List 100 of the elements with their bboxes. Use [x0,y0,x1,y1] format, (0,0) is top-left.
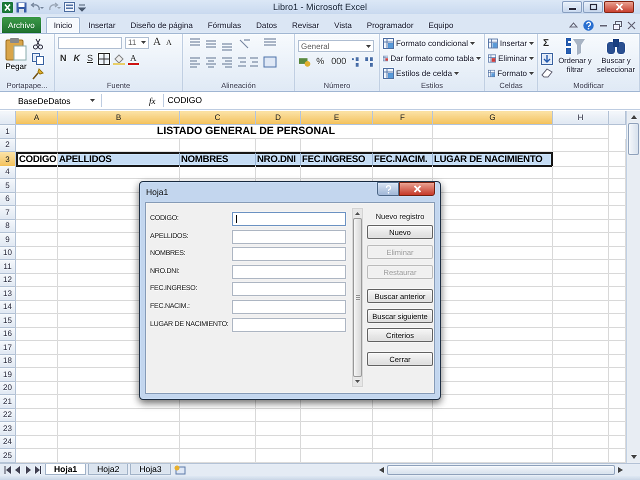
row-header[interactable]: 9 [0,233,16,246]
row-header[interactable]: 5 [0,179,16,192]
sheet-cell[interactable] [16,233,58,246]
sheet-cell[interactable] [16,341,58,354]
header-cell[interactable]: NRO.DNI [256,152,301,167]
close-icon[interactable] [627,20,636,30]
row-header[interactable]: 16 [0,328,16,341]
sheet-cell[interactable] [301,436,373,449]
sheet-cell[interactable] [180,422,256,436]
ribbon-tab[interactable]: Inicio [46,17,80,33]
input-field[interactable] [232,247,346,262]
scroll-thumb[interactable] [353,218,362,377]
eraser-icon[interactable] [541,68,553,78]
sheet-cell[interactable] [16,220,58,233]
sheet-cell[interactable] [553,287,609,300]
scroll-down-icon[interactable] [630,454,636,458]
header-cell[interactable]: APELLIDOS [58,152,180,167]
sheet-cell[interactable] [16,287,58,300]
sheet-cell[interactable] [180,408,256,422]
font-color-button[interactable]: A [128,52,139,64]
sheet-cell[interactable] [256,166,301,179]
row-header[interactable]: 13 [0,287,16,300]
ribbon-command[interactable]: Dar formato como tabla [383,51,481,65]
sheet-cell[interactable] [433,436,553,449]
currency-icon[interactable] [298,56,312,68]
row-header[interactable]: 7 [0,206,16,220]
row-header[interactable]: 3 [0,152,16,167]
help-button[interactable] [377,182,399,196]
save-icon[interactable] [16,2,27,12]
row-header[interactable]: 1 [0,125,16,138]
sheet-cell[interactable] [553,246,609,260]
sheet-cell[interactable] [553,314,609,328]
fill-color-icon[interactable] [113,52,126,64]
copy-icon[interactable] [32,53,46,65]
header-cell[interactable]: LUGAR DE NACIMIENTO [433,152,553,167]
ribbon-command[interactable]: Formato condicional [383,36,481,50]
sheet-title[interactable]: LISTADO GENERAL DE PERSONAL [58,125,433,138]
input-field[interactable] [232,264,346,279]
sheet-cell[interactable] [553,233,609,246]
sheet-cell[interactable] [58,166,180,179]
thousands-button[interactable]: 000 [329,55,348,68]
sheet-cell[interactable] [301,408,373,422]
formula-field[interactable]: CODIGO [162,94,638,107]
input-field[interactable] [232,300,346,314]
sheet-cell[interactable] [256,436,301,449]
sheet-cell[interactable] [16,368,58,382]
bold-button[interactable]: N [58,52,68,65]
restore-icon[interactable] [613,20,622,30]
undo-icon[interactable] [30,2,44,12]
font-name-field[interactable] [58,36,122,48]
fill-down-icon[interactable] [541,53,553,65]
sheet-cell[interactable] [373,422,433,436]
scroll-left-icon[interactable] [379,466,384,472]
sheet-cell[interactable] [553,179,609,192]
redo-icon[interactable] [47,2,61,12]
sheet-cell[interactable] [553,354,609,368]
row-header[interactable]: 15 [0,314,16,328]
sheet-cell[interactable] [16,328,58,341]
row-header[interactable]: 18 [0,354,16,368]
autosum-button[interactable]: Σ [541,38,552,50]
sheet-cell[interactable] [373,436,433,449]
sheet-cell[interactable] [553,220,609,233]
sheet-tab[interactable]: Hoja3 [130,464,171,475]
scroll-up-icon[interactable] [630,115,636,119]
sheet-cell[interactable] [553,274,609,287]
row-header[interactable]: 25 [0,449,16,462]
ribbon-tab[interactable]: Vista [327,17,359,33]
column-header[interactable]: C [180,111,256,125]
paste-button[interactable]: Pegar [3,36,29,80]
column-header[interactable]: A [16,111,58,125]
scroll-up-icon[interactable] [355,212,360,215]
ribbon-tab[interactable]: Datos [249,17,284,33]
close-button[interactable] [604,1,634,13]
sheet-cell[interactable] [553,341,609,354]
sheet-cell[interactable] [16,314,58,328]
ribbon-tab[interactable]: Programador [360,17,420,33]
row-header[interactable]: 8 [0,220,16,233]
row-header[interactable]: 6 [0,192,16,206]
sheet-cell[interactable] [301,166,373,179]
grow-font-button[interactable]: A [152,36,162,49]
excel-logo-icon[interactable] [2,2,13,12]
ribbon-command[interactable]: Eliminar [488,51,534,65]
row-header[interactable]: 12 [0,274,16,287]
underline-button[interactable]: S [85,52,96,65]
scroll-thumb[interactable] [628,123,639,155]
close-button[interactable] [399,182,435,196]
sheet-cell[interactable] [16,354,58,368]
sheet-cell[interactable] [58,422,180,436]
input-field[interactable] [232,282,346,296]
row-header[interactable]: 14 [0,300,16,314]
sheet-cell[interactable] [553,368,609,382]
ribbon-tab[interactable]: Equipo [421,17,460,33]
name-box[interactable]: BaseDeDatos [2,94,102,107]
input-field[interactable] [232,230,346,244]
ribbon-tab[interactable]: Fórmulas [200,17,248,33]
sheet-cell[interactable] [433,422,553,436]
sheet-cell[interactable] [373,408,433,422]
ribbon-tab[interactable]: Revisar [285,17,326,33]
sheet-cell[interactable] [16,179,58,192]
sheet-cell[interactable] [373,166,433,179]
